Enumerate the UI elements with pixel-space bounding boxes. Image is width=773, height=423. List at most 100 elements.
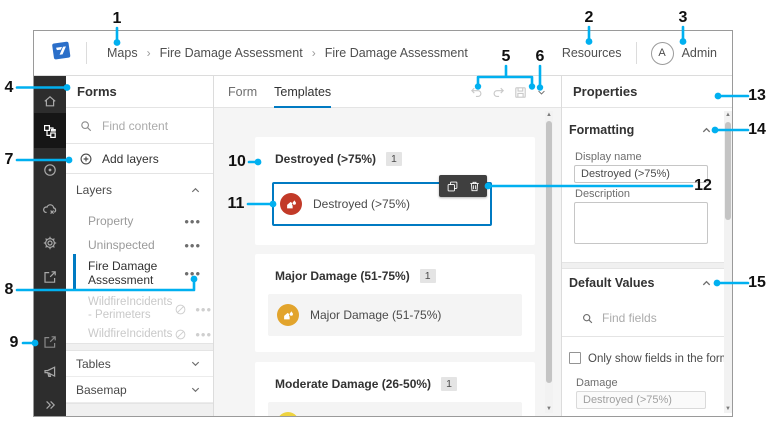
chevron-up-icon — [701, 125, 712, 136]
app-window: Maps › Fire Damage Assessment › Fire Dam… — [33, 30, 733, 417]
section-gap — [562, 262, 732, 269]
add-layers-button[interactable]: Add layers — [66, 144, 213, 174]
template-item-major[interactable]: Major Damage (51-75%) — [268, 294, 522, 336]
scroll-down-icon[interactable]: ▼ — [724, 405, 732, 413]
search-placeholder: Find content — [102, 118, 169, 133]
callout-1: 1 — [112, 10, 122, 27]
section-gap — [66, 403, 213, 416]
editor-tabs: Form Templates — [214, 76, 561, 108]
tables-section-header[interactable]: Tables — [66, 351, 213, 377]
template-item-moderate[interactable]: Moderate Damage (26-50%) — [268, 402, 522, 416]
scrollbar-thumb[interactable] — [725, 122, 731, 220]
template-count-badge: 1 — [419, 269, 436, 283]
redo-icon[interactable] — [491, 85, 506, 100]
forms-panel-title: Forms — [66, 76, 213, 108]
search-placeholder: Find fields — [602, 311, 657, 325]
layer-options-icon[interactable]: ••• — [195, 327, 212, 342]
geofences-icon[interactable] — [34, 153, 66, 187]
default-values-section-header[interactable]: Default Values — [562, 273, 732, 293]
template-group-title: Moderate Damage (26-50%) — [275, 377, 432, 391]
callout-15: 15 — [748, 274, 766, 291]
template-group-destroyed: Destroyed (>75%) 1 Destroyed (>75%) — [255, 137, 535, 245]
layer-name: WildfireIncidents — [88, 328, 173, 340]
left-toolbar — [34, 76, 66, 416]
callout-8: 8 — [4, 281, 14, 298]
formatting-section-header[interactable]: Formatting — [562, 120, 732, 140]
save-icon[interactable] — [513, 85, 528, 100]
tab-form[interactable]: Form — [228, 76, 257, 108]
find-content-search[interactable]: Find content — [66, 108, 213, 144]
callout-3: 3 — [678, 9, 688, 26]
default-values-section-label: Default Values — [569, 276, 655, 290]
layer-row-property[interactable]: Property ••• — [66, 209, 213, 233]
delete-icon[interactable] — [468, 180, 481, 193]
scroll-down-icon[interactable]: ▼ — [545, 405, 553, 413]
layer-row-fire-damage-assessment[interactable]: Fire Damage Assessment ••• — [66, 254, 213, 292]
layer-options-icon[interactable]: ••• — [184, 214, 201, 229]
properties-scrollbar[interactable]: ▲ ▼ — [724, 111, 732, 413]
template-group-title: Major Damage (51-75%) — [275, 269, 410, 283]
callout-13: 13 — [748, 87, 766, 104]
scrollbar-thumb[interactable] — [546, 121, 552, 383]
template-group-major: Major Damage (51-75%) 1 Major Damage (51… — [255, 254, 535, 352]
chevron-down-icon — [190, 384, 201, 395]
template-count-badge: 1 — [386, 152, 402, 166]
display-name-input[interactable] — [574, 165, 708, 183]
add-layers-label: Add layers — [102, 151, 159, 166]
description-input[interactable] — [574, 202, 708, 244]
search-icon — [79, 119, 93, 133]
header-divider — [635, 42, 637, 64]
chevron-down-icon[interactable] — [535, 86, 548, 99]
tables-section-label: Tables — [76, 356, 111, 371]
editor-toolbar — [469, 76, 548, 108]
duplicate-icon[interactable] — [446, 180, 459, 193]
avatar[interactable]: A — [650, 41, 674, 65]
prohibit-icon — [174, 328, 187, 341]
user-menu[interactable]: Admin — [682, 46, 717, 60]
scroll-up-icon[interactable]: ▲ — [724, 111, 732, 119]
find-fields-search[interactable]: Find fields — [562, 307, 732, 329]
breadcrumb-maps[interactable]: Maps — [107, 46, 138, 60]
callout-7: 7 — [4, 151, 14, 168]
layer-row-wildfire-perimeters[interactable]: WildfireIncidents - Perimeters ••• — [66, 294, 213, 324]
app-header: Maps › Fire Damage Assessment › Fire Dam… — [34, 31, 732, 76]
expand-icon[interactable] — [34, 388, 66, 422]
layers-section-label: Layers — [76, 183, 113, 197]
header-divider — [86, 42, 87, 64]
template-actions-toolbar — [439, 175, 487, 197]
description-label: Description — [575, 188, 631, 200]
only-show-fields-checkbox[interactable] — [569, 352, 581, 364]
callout-14: 14 — [748, 121, 766, 138]
forms-icon[interactable] — [34, 113, 66, 148]
resources-link[interactable]: Resources — [562, 46, 622, 60]
forms-panel: Forms Find content Add layers Layers Pro… — [66, 76, 214, 416]
chevron-right-icon: › — [146, 46, 151, 60]
layer-options-icon[interactable]: ••• — [195, 302, 212, 317]
chevron-up-icon — [190, 185, 201, 196]
sharing-icon[interactable] — [34, 260, 66, 294]
properties-panel-title: Properties — [562, 76, 732, 108]
layer-options-icon[interactable]: ••• — [184, 238, 201, 253]
templates-scrollbar[interactable]: ▲ ▼ — [545, 111, 553, 413]
burning-house-icon — [277, 304, 299, 326]
basemap-section-header[interactable]: Basemap — [66, 377, 213, 403]
chevron-up-icon — [701, 278, 712, 289]
damage-field-value — [576, 391, 706, 409]
feedback-icon[interactable] — [34, 355, 66, 389]
burning-house-icon — [280, 193, 302, 215]
open-app-icon[interactable] — [34, 325, 66, 359]
layers-section-header[interactable]: Layers — [66, 174, 213, 206]
offline-icon[interactable] — [34, 192, 66, 226]
undo-icon[interactable] — [469, 85, 484, 100]
settings-icon[interactable] — [34, 226, 66, 260]
breadcrumb-map-name[interactable]: Fire Damage Assessment — [160, 46, 303, 60]
callout-9: 9 — [9, 334, 19, 351]
template-count-badge: 1 — [441, 377, 457, 391]
layer-name: Fire Damage Assessment — [88, 259, 158, 287]
plus-circle-icon — [79, 152, 93, 166]
scroll-up-icon[interactable]: ▲ — [545, 111, 553, 119]
layer-options-icon[interactable]: ••• — [184, 266, 201, 281]
tab-templates[interactable]: Templates — [274, 76, 331, 108]
breadcrumb-form-name: Fire Damage Assessment — [324, 46, 468, 60]
template-item-label: Major Damage (51-75%) — [310, 308, 442, 322]
